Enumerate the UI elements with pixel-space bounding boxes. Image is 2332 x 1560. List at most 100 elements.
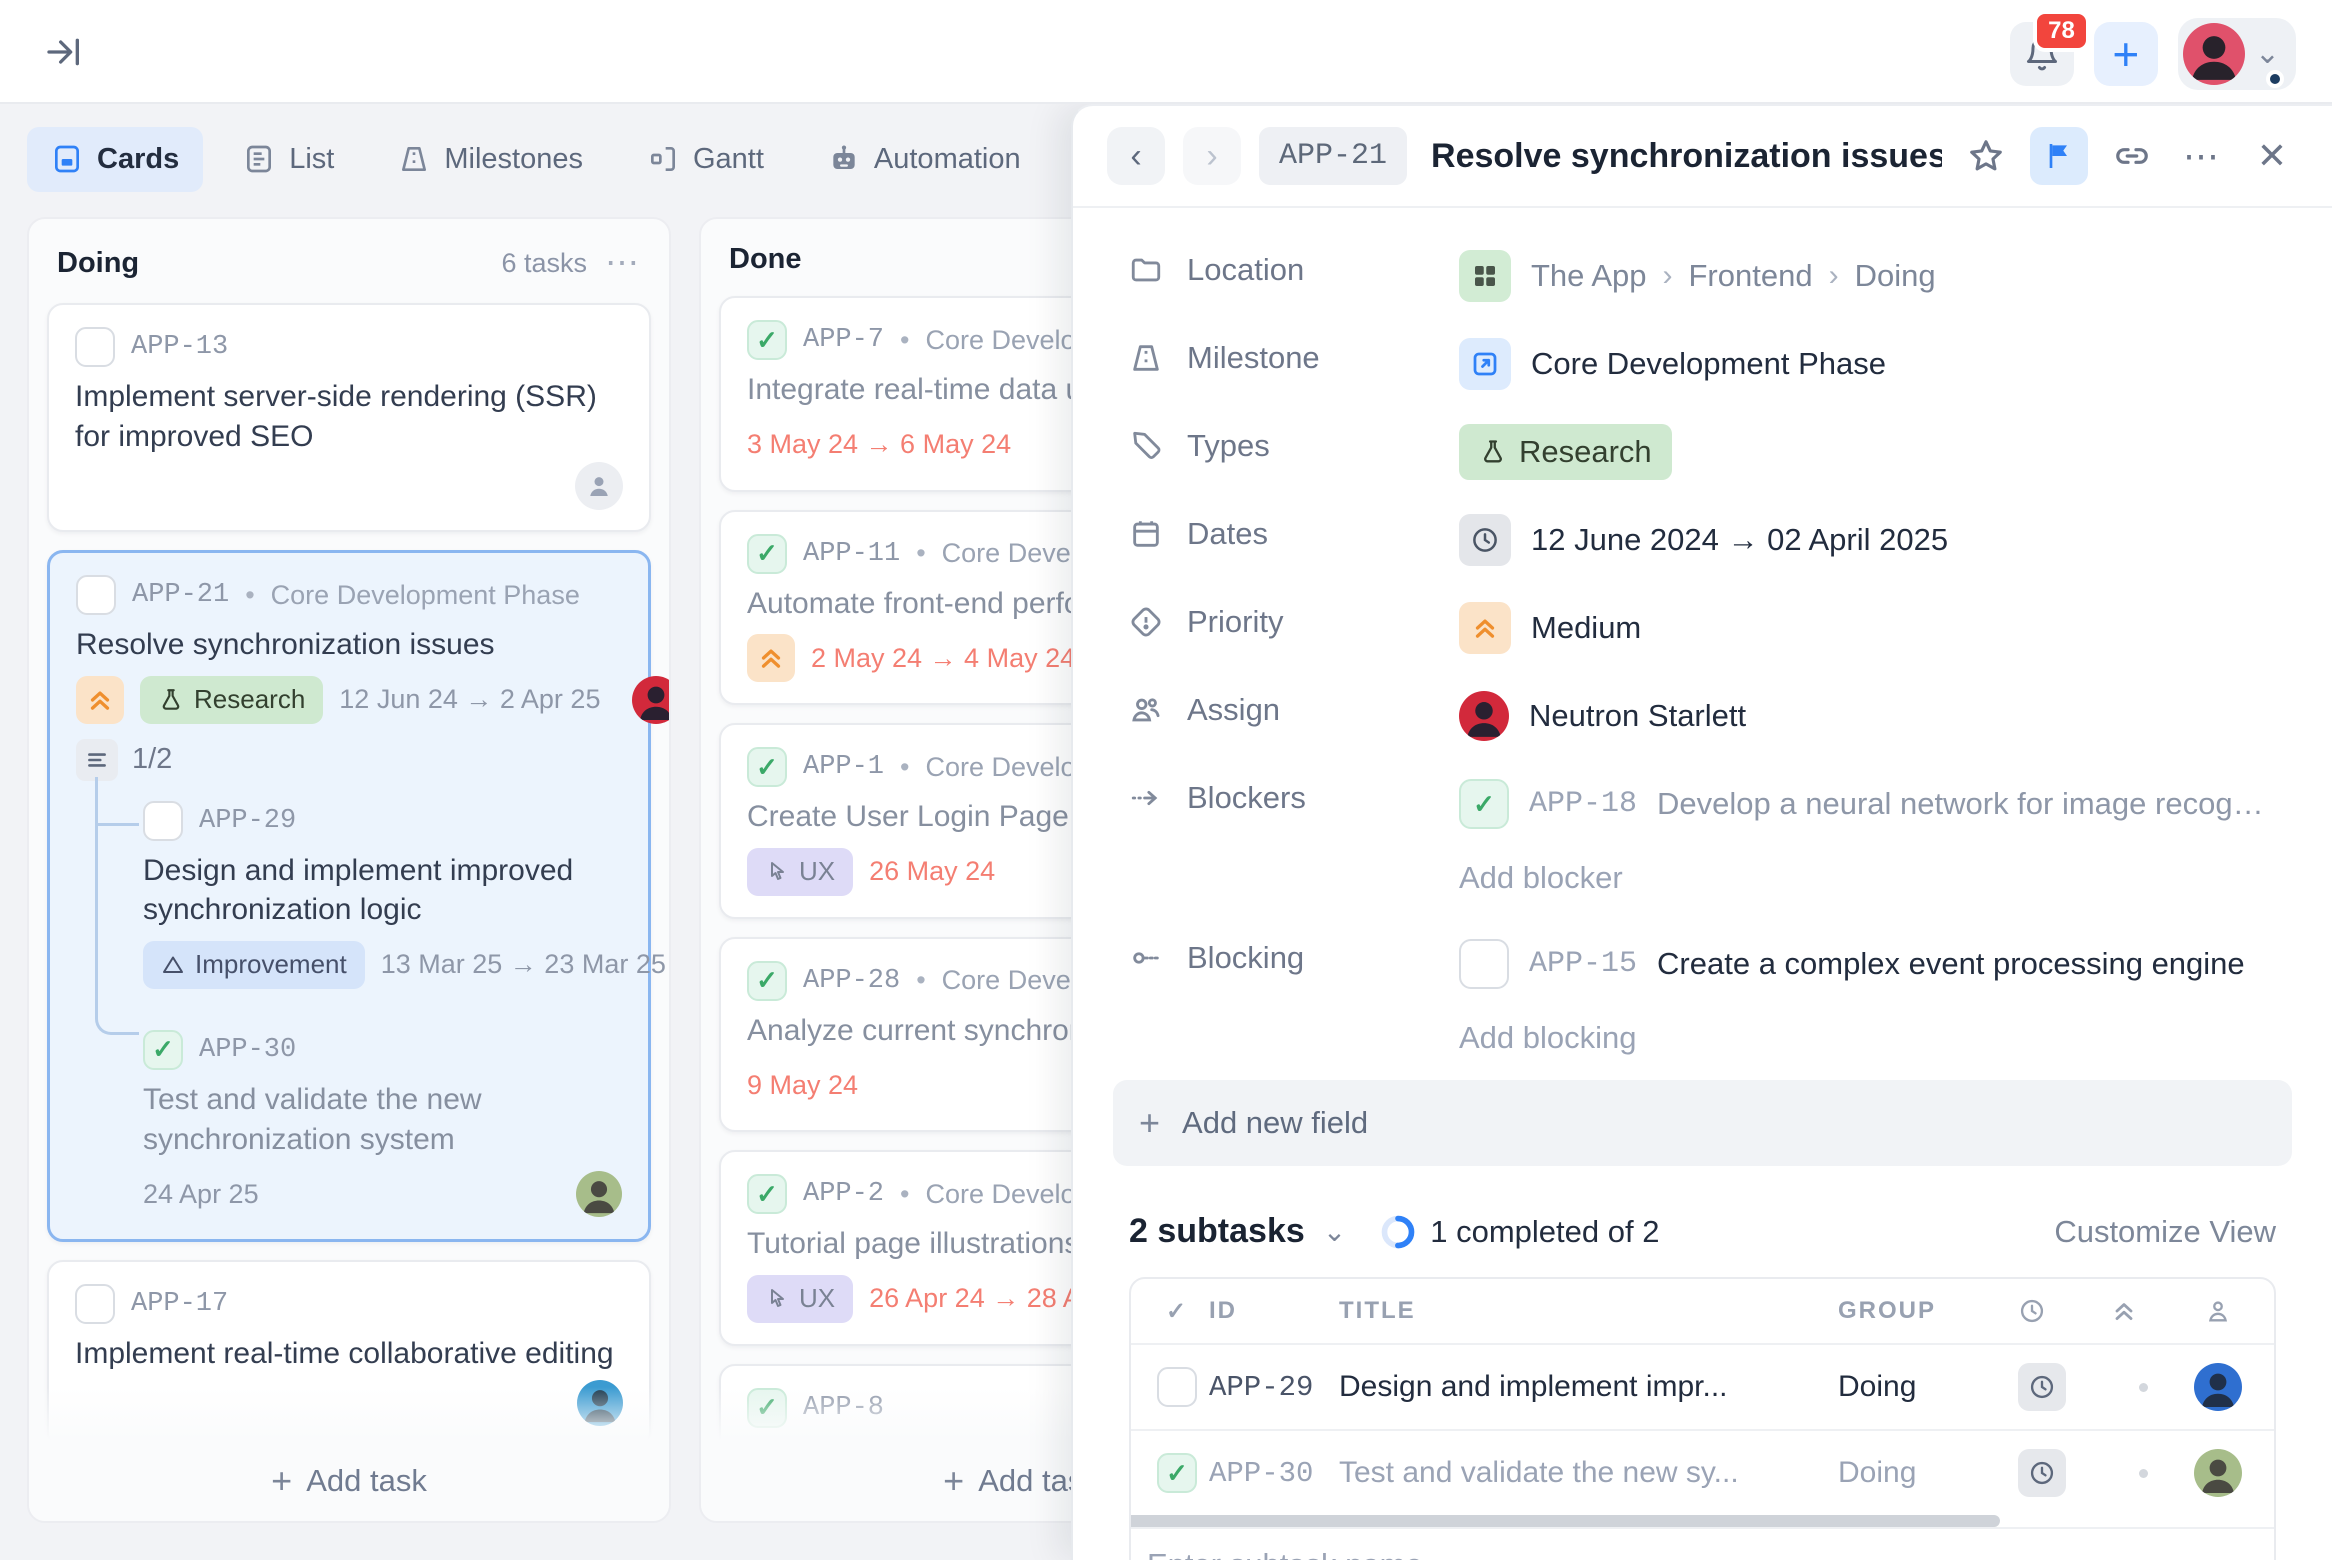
tab-label: Cards xyxy=(97,143,179,176)
external-link-icon[interactable] xyxy=(1459,338,1511,390)
check-icon: ✓ xyxy=(152,1034,174,1065)
gantt-icon xyxy=(647,143,679,175)
avatar[interactable] xyxy=(2194,1363,2242,1411)
breadcrumb-item[interactable]: The App xyxy=(1531,258,1646,294)
add-blocking-button[interactable]: Add blocking xyxy=(1459,1016,1637,1056)
dates-value[interactable]: 12 June 2024 → 02 April 2025 xyxy=(1531,522,1948,558)
subtask-title[interactable]: Design and implement impr... xyxy=(1339,1370,1838,1404)
user-menu[interactable]: ⌄ xyxy=(2178,18,2296,90)
avatar[interactable] xyxy=(2194,1449,2242,1497)
subtask-checkbox-checked[interactable]: ✓ xyxy=(1157,1453,1197,1493)
task-checkbox[interactable] xyxy=(75,1284,115,1324)
subtask-count: 1/2 xyxy=(132,743,172,776)
task-checkbox-checked[interactable]: ✓ xyxy=(747,747,787,787)
blocking-checkbox[interactable] xyxy=(1459,939,1509,989)
subtask-checkbox[interactable] xyxy=(143,801,183,841)
subtask-row[interactable]: APP-29 Design and implement impr... Doin… xyxy=(1131,1343,2274,1429)
task-checkbox-checked[interactable]: ✓ xyxy=(747,1174,787,1214)
close-icon[interactable]: ✕ xyxy=(2246,130,2298,182)
add-new-field-button[interactable]: + Add new field xyxy=(1113,1080,2292,1166)
dot-separator: • xyxy=(245,580,254,611)
copy-link-icon[interactable] xyxy=(2106,130,2158,182)
column-more-icon[interactable]: ⋯ xyxy=(605,243,641,283)
task-checkbox-checked[interactable]: ✓ xyxy=(747,534,787,574)
assignee-placeholder-icon[interactable] xyxy=(575,462,623,510)
subtask-name-input[interactable] xyxy=(1147,1547,2258,1560)
calendar-icon xyxy=(1129,517,1163,551)
subtask-row[interactable]: ✓ APP-30 Test and validate the new sy...… xyxy=(1131,1429,2274,1515)
task-id: APP-17 xyxy=(131,1289,228,1319)
task-checkbox-checked[interactable]: ✓ xyxy=(747,320,787,360)
blocking-title[interactable]: Create a complex event processing engine xyxy=(1657,946,2245,982)
subtask-checkbox-checked[interactable]: ✓ xyxy=(143,1030,183,1070)
priority-medium-icon xyxy=(747,634,795,682)
chevron-down-icon[interactable]: ⌄ xyxy=(1323,1215,1346,1248)
tab-milestones[interactable]: Milestones xyxy=(374,127,607,192)
column-title: Doing xyxy=(57,247,139,280)
subtasks-table-header: ✓ ID TITLE GROUP xyxy=(1131,1279,2274,1343)
subtask-title[interactable]: Test and validate the new sy... xyxy=(1339,1456,1838,1490)
check-icon: ✓ xyxy=(1473,789,1495,820)
plus-icon: + xyxy=(943,1463,964,1499)
type-chip-ux: UX xyxy=(747,1275,853,1323)
flag-icon[interactable] xyxy=(2030,127,2088,185)
tab-gantt[interactable]: Gantt xyxy=(623,127,788,192)
clock-icon[interactable] xyxy=(2018,1363,2066,1411)
add-blocker-button[interactable]: Add blocker xyxy=(1459,856,1623,896)
type-chip-research[interactable]: Research xyxy=(1459,424,1672,480)
priority-value[interactable]: Medium xyxy=(1531,610,1641,646)
subtask-title: Test and validate the new synchronizatio… xyxy=(143,1080,622,1159)
back-button[interactable]: ‹ xyxy=(1107,127,1165,185)
automation-robot-icon xyxy=(828,143,860,175)
subtask-card[interactable]: APP-29 Design and implement improved syn… xyxy=(143,783,622,990)
task-dates: 9 May 24 xyxy=(747,1070,858,1101)
tab-automation[interactable]: Automation xyxy=(804,127,1045,192)
subtask-card[interactable]: ✓ APP-30 Test and validate the new synch… xyxy=(143,1012,622,1219)
horizontal-scrollbar[interactable] xyxy=(1131,1515,2000,1527)
type-label: Improvement xyxy=(195,949,347,980)
subtask-group[interactable]: Doing xyxy=(1838,1370,2018,1404)
field-label: Types xyxy=(1187,428,1270,464)
blocker-id: APP-18 xyxy=(1529,787,1637,821)
forward-button[interactable]: › xyxy=(1183,127,1241,185)
assignee-name[interactable]: Neutron Starlett xyxy=(1529,698,1746,734)
customize-view-button[interactable]: Customize View xyxy=(2054,1214,2276,1250)
task-checkbox[interactable] xyxy=(76,575,116,615)
breadcrumb-item[interactable]: Frontend xyxy=(1688,258,1812,294)
task-card-selected[interactable]: APP-21 • Core Development Phase Resolve … xyxy=(47,550,651,1242)
star-icon[interactable] xyxy=(1960,130,2012,182)
grid-icon xyxy=(1459,250,1511,302)
field-blocking: Blocking APP-15 Create a complex event p… xyxy=(1129,934,2276,994)
create-new-button[interactable]: + xyxy=(2094,22,2158,86)
blocker-checkbox-checked[interactable]: ✓ xyxy=(1459,779,1509,829)
task-checkbox-checked[interactable]: ✓ xyxy=(747,961,787,1001)
more-icon[interactable]: ⋯ xyxy=(2176,130,2228,182)
clock-icon[interactable] xyxy=(2018,1449,2066,1497)
blocker-title[interactable]: Develop a neural network for image recog… xyxy=(1657,786,2276,822)
add-task-button[interactable]: + Add task xyxy=(29,1441,669,1521)
task-id-badge[interactable]: APP-21 xyxy=(1259,127,1407,185)
subtask-id: APP-29 xyxy=(1209,1371,1339,1404)
new-subtask-row xyxy=(1131,1527,2274,1560)
breadcrumb-item[interactable]: Doing xyxy=(1855,258,1936,294)
tab-cards[interactable]: Cards xyxy=(27,127,203,192)
task-card[interactable]: APP-13 Implement server-side rendering (… xyxy=(47,303,651,532)
field-priority: Priority Medium xyxy=(1129,598,2276,658)
subtask-group[interactable]: Doing xyxy=(1838,1456,2018,1490)
type-chip-research: Research xyxy=(140,676,323,724)
dot-separator: • xyxy=(900,1179,909,1210)
task-title: Implement server-side rendering (SSR) fo… xyxy=(75,377,623,456)
panel-task-title[interactable]: Resolve synchronization issues xyxy=(1431,137,1942,176)
subtasks-heading: 2 subtasks xyxy=(1129,1212,1305,1251)
milestone-value[interactable]: Core Development Phase xyxy=(1531,346,1886,382)
subtask-id: APP-30 xyxy=(199,1035,296,1065)
tab-list[interactable]: List xyxy=(219,127,358,192)
col-group[interactable]: GROUP xyxy=(1838,1297,2018,1325)
subtask-checkbox[interactable] xyxy=(1157,1367,1197,1407)
col-id[interactable]: ID xyxy=(1209,1297,1339,1325)
field-assign: Assign Neutron Starlett xyxy=(1129,686,2276,746)
task-checkbox[interactable] xyxy=(75,327,115,367)
notifications-button[interactable]: 78 xyxy=(2010,22,2074,86)
sidebar-expand-icon[interactable] xyxy=(44,32,84,72)
col-title[interactable]: TITLE xyxy=(1339,1297,1838,1325)
